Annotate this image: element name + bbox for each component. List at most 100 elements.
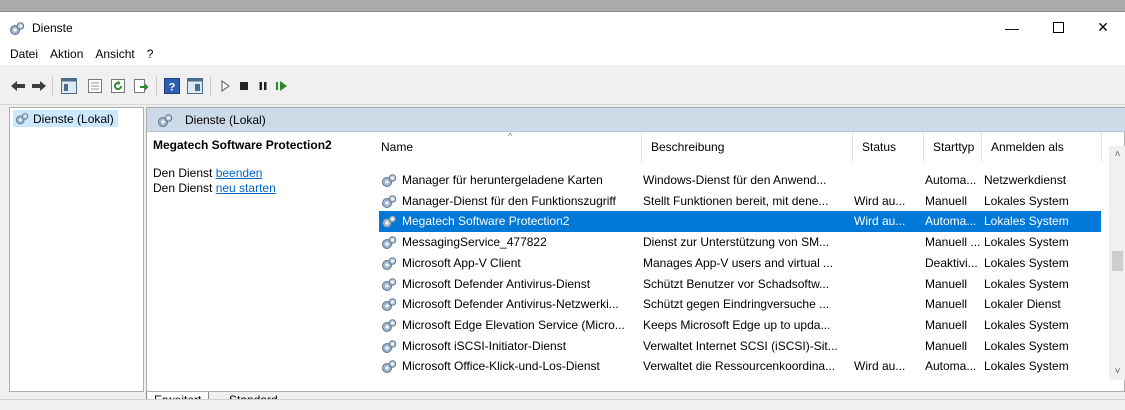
cell-status [854,274,922,295]
cell-start: Manuell ... [925,235,981,250]
column-header-description[interactable]: Beschreibung [642,132,853,162]
table-row[interactable]: Microsoft Defender Antivirus-Dienst Schüt… [379,274,1101,295]
cell-name: Microsoft Passport [402,377,640,380]
cell-name: Microsoft Defender Antivirus-Netzwerki..… [402,297,619,312]
table-row[interactable]: Microsoft App-V Client Manages App-V user… [379,253,1101,274]
cell-logon: Lokales System [984,359,1069,374]
vertical-scrollbar[interactable]: ˄ ˅ [1109,146,1125,380]
toolbar-separator [52,76,53,96]
service-detail: Megatech Software Protection2 Den Dienst… [153,138,365,196]
minimize-button[interactable]: — [989,12,1035,43]
table-row[interactable]: MessagingService_477822 Dienst zur Unters… [379,232,1101,253]
table-row[interactable]: Microsoft Defender Antivirus-Netzwerki..… [379,294,1101,315]
table-row[interactable]: Megatech Software Protection2 Wird au... A… [379,211,1101,233]
cell-desc: Schützt Benutzer vor Schadsoftw... [643,276,830,291]
cell-logon: Lokales System [984,214,1069,229]
cell-status [854,336,922,357]
cell-name: Manager-Dienst für den Funktionszugriff [402,193,616,208]
start-service-icon[interactable] [216,77,234,95]
view-icon[interactable] [186,77,204,95]
scroll-thumb[interactable] [1112,251,1123,271]
service-gear-icon [381,339,397,355]
menu-help[interactable]: ? [141,47,160,61]
cell-logon: Lokaler Dienst [984,297,1061,312]
refresh-icon[interactable] [109,77,127,95]
table-row[interactable]: Manager-Dienst für den Funktionszugriff S… [379,191,1101,212]
table-row[interactable]: Microsoft iSCSI-Initiator-Dienst Verwalte… [379,336,1101,357]
cell-desc: Stellt die Prozessisolation für kryp... [643,377,851,380]
cell-name: Microsoft iSCSI-Initiator-Dienst [402,338,567,353]
restart-service-line: Den Dienst neu starten [153,181,276,195]
cell-start: Manuell [925,338,968,353]
table-row[interactable]: Microsoft Office-Klick-und-Los-Dienst Ver… [379,356,1101,377]
cell-logon: Lokales System [984,235,1069,250]
menu-ansicht[interactable]: Ansicht [89,47,140,61]
close-icon: ✕ [1097,19,1109,35]
minimize-icon: — [1005,19,1019,36]
restart-service-link[interactable]: neu starten [216,181,276,195]
service-detail-title: Megatech Software Protection2 [153,138,332,152]
scroll-up-icon[interactable]: ˄ [1109,146,1125,163]
services-list: Name ^ Beschreibung Status Starttyp Anme… [372,132,1125,380]
service-gear-icon [381,214,397,230]
service-gear-icon [381,256,397,272]
column-header-starttype[interactable]: Starttyp [924,132,982,162]
services-gear-icon [9,21,25,37]
stop-service-icon[interactable] [235,77,253,95]
cell-logon: Netzwerkdienst [984,173,1067,187]
cell-status [854,253,922,274]
table-row[interactable]: Manager für heruntergeladene Karten Windo… [379,170,1101,191]
stop-service-line: Den Dienst beenden [153,166,263,180]
help-icon[interactable]: ? [163,77,181,95]
cell-logon: Lokales System [984,193,1069,208]
cell-status [854,170,922,191]
cell-start: Manuell [925,297,968,312]
menu-aktion[interactable]: Aktion [44,47,89,61]
forward-arrow-icon[interactable] [30,77,48,95]
cell-status: Wird au... [854,214,906,229]
window-title: Dienste [32,21,73,35]
service-gear-icon [381,297,397,313]
cell-logon: Lokales System [984,377,1102,380]
pane-header: Dienste (Lokal) [147,108,1125,132]
column-header-logon[interactable]: Anmelden als [982,132,1102,162]
cell-desc: Manages App-V users and virtual ... [643,255,834,270]
console-tree-icon[interactable] [60,77,78,95]
cell-start: Manuell [925,377,981,380]
cell-desc: Dienst zur Unterstützung von SM... [643,235,830,250]
cell-name: Manager für heruntergeladene Karten [402,173,603,187]
cell-desc: Verwaltet die Ressourcenkoordina... [643,359,836,374]
cell-logon: Lokales System [984,255,1069,270]
column-header-name[interactable]: Name ^ [372,132,642,162]
console-tree: Dienste (Lokal) [9,107,144,392]
cell-start: Manuell [925,193,968,208]
properties-icon[interactable] [86,77,104,95]
table-row[interactable]: Microsoft PassportStellt die Prozessisol… [379,377,1101,380]
toolbar: ? [0,65,1125,105]
back-arrow-icon[interactable] [9,77,27,95]
close-button[interactable]: ✕ [1080,12,1125,43]
column-header-status[interactable]: Status [853,132,924,162]
cell-logon: Lokales System [984,276,1069,291]
export-list-icon[interactable] [132,77,150,95]
table-row[interactable]: Microsoft Edge Elevation Service (Micro.… [379,315,1101,336]
services-window: Dienste — ✕ Datei Aktion Ansicht ? ? Die… [0,11,1125,410]
tree-item-services-local[interactable]: Dienste (Lokal) [13,110,118,127]
cell-start: Automa... [925,214,977,229]
scroll-down-icon[interactable]: ˅ [1109,363,1125,380]
services-gear-icon [15,112,29,124]
cell-desc: Windows-Dienst für den Anwend... [643,173,827,187]
cell-name: MessagingService_477822 [402,235,547,250]
stop-service-link[interactable]: beenden [216,166,263,180]
cell-status: Wird au... [854,193,906,208]
maximize-button[interactable] [1035,12,1081,43]
restart-service-icon[interactable] [273,77,291,95]
cell-start: Automa... [925,173,977,187]
menu-datei[interactable]: Datei [4,47,44,61]
pause-service-icon[interactable] [254,77,272,95]
cell-start: Automa... [925,359,977,374]
service-gear-icon [381,173,397,189]
toolbar-separator [210,76,211,96]
toolbar-separator [156,76,157,96]
cell-name: Microsoft App-V Client [402,255,521,270]
